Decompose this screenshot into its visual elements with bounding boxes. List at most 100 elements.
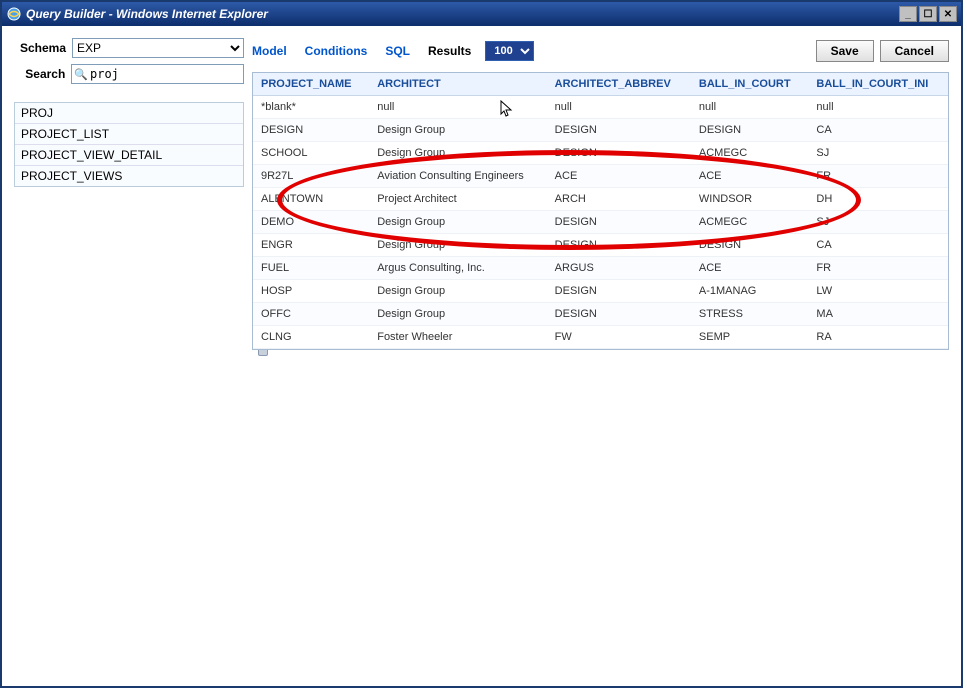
minimize-button[interactable]: _ bbox=[899, 6, 917, 22]
table-cell: SJ bbox=[808, 142, 948, 165]
table-cell: CA bbox=[808, 119, 948, 142]
table-cell: LW bbox=[808, 280, 948, 303]
table-cell: DEMO bbox=[253, 211, 369, 234]
search-input[interactable] bbox=[90, 67, 243, 81]
table-cell: A-1MANAG bbox=[691, 280, 809, 303]
search-icon: 🔍 bbox=[74, 68, 88, 81]
results-table: PROJECT_NAME ARCHITECT ARCHITECT_ABBREV … bbox=[253, 73, 948, 349]
table-row[interactable]: HOSPDesign GroupDESIGNA-1MANAGLW bbox=[253, 280, 948, 303]
table-cell: Argus Consulting, Inc. bbox=[369, 257, 546, 280]
table-cell: ACMEGC bbox=[691, 211, 809, 234]
table-cell: null bbox=[369, 96, 546, 119]
tab-model[interactable]: Model bbox=[252, 44, 287, 58]
table-cell: CLNG bbox=[253, 326, 369, 349]
table-cell: DESIGN bbox=[547, 211, 691, 234]
table-cell: Design Group bbox=[369, 303, 546, 326]
table-row[interactable]: DESIGNDesign GroupDESIGNDESIGNCA bbox=[253, 119, 948, 142]
table-cell: DESIGN bbox=[547, 119, 691, 142]
table-cell: ARCH bbox=[547, 188, 691, 211]
window-title: Query Builder - Windows Internet Explore… bbox=[26, 7, 899, 21]
table-cell: Design Group bbox=[369, 119, 546, 142]
table-cell: MA bbox=[808, 303, 948, 326]
results-container: PROJECT_NAME ARCHITECT ARCHITECT_ABBREV … bbox=[252, 72, 949, 350]
col-header[interactable]: PROJECT_NAME bbox=[253, 73, 369, 96]
table-cell: SCHOOL bbox=[253, 142, 369, 165]
table-row[interactable]: ALENTOWNProject ArchitectARCHWINDSORDH bbox=[253, 188, 948, 211]
table-cell: DH bbox=[808, 188, 948, 211]
table-cell: Project Architect bbox=[369, 188, 546, 211]
result-limit-select[interactable]: 100 bbox=[485, 41, 534, 61]
table-row[interactable]: 9R27LAviation Consulting EngineersACEACE… bbox=[253, 165, 948, 188]
tab-results[interactable]: Results bbox=[428, 44, 471, 58]
search-label: Search bbox=[14, 67, 71, 81]
object-item[interactable]: PROJECT_LIST bbox=[15, 124, 243, 145]
table-cell: *blank* bbox=[253, 96, 369, 119]
close-button[interactable]: ✕ bbox=[939, 6, 957, 22]
table-cell: Foster Wheeler bbox=[369, 326, 546, 349]
object-item[interactable]: PROJ bbox=[15, 103, 243, 124]
table-cell: ALENTOWN bbox=[253, 188, 369, 211]
schema-label: Schema bbox=[14, 41, 72, 55]
left-panel: Schema EXP Search 🔍 PROJ PROJECT_LIST PR… bbox=[14, 38, 244, 674]
right-panel: Model Conditions SQL Results 100 Save Ca… bbox=[252, 38, 949, 674]
table-cell: FW bbox=[547, 326, 691, 349]
table-cell: 9R27L bbox=[253, 165, 369, 188]
col-header[interactable]: BALL_IN_COURT_INI bbox=[808, 73, 948, 96]
table-cell: DESIGN bbox=[547, 303, 691, 326]
save-button[interactable]: Save bbox=[816, 40, 874, 62]
table-cell: ACMEGC bbox=[691, 142, 809, 165]
table-cell: ARGUS bbox=[547, 257, 691, 280]
table-cell: FR bbox=[808, 257, 948, 280]
table-cell: null bbox=[808, 96, 948, 119]
table-cell: Design Group bbox=[369, 234, 546, 257]
table-cell: ENGR bbox=[253, 234, 369, 257]
table-cell: WINDSOR bbox=[691, 188, 809, 211]
table-cell: OFFC bbox=[253, 303, 369, 326]
table-row[interactable]: OFFCDesign GroupDESIGNSTRESSMA bbox=[253, 303, 948, 326]
col-header[interactable]: BALL_IN_COURT bbox=[691, 73, 809, 96]
table-row[interactable]: CLNGFoster WheelerFWSEMPRA bbox=[253, 326, 948, 349]
table-cell: null bbox=[547, 96, 691, 119]
object-item[interactable]: PROJECT_VIEWS bbox=[15, 166, 243, 186]
tab-conditions[interactable]: Conditions bbox=[305, 44, 368, 58]
col-header[interactable]: ARCHITECT_ABBREV bbox=[547, 73, 691, 96]
table-row[interactable]: DEMODesign GroupDESIGNACMEGCSJ bbox=[253, 211, 948, 234]
table-cell: RA bbox=[808, 326, 948, 349]
table-cell: FR bbox=[808, 165, 948, 188]
table-cell: SJ bbox=[808, 211, 948, 234]
table-row[interactable]: FUELArgus Consulting, Inc.ARGUSACEFR bbox=[253, 257, 948, 280]
cancel-button[interactable]: Cancel bbox=[880, 40, 949, 62]
object-list: PROJ PROJECT_LIST PROJECT_VIEW_DETAIL PR… bbox=[14, 102, 244, 187]
maximize-button[interactable]: ☐ bbox=[919, 6, 937, 22]
col-header[interactable]: ARCHITECT bbox=[369, 73, 546, 96]
table-cell: HOSP bbox=[253, 280, 369, 303]
table-row[interactable]: ENGRDesign GroupDESIGNDESIGNCA bbox=[253, 234, 948, 257]
table-cell: SEMP bbox=[691, 326, 809, 349]
table-cell: ACE bbox=[547, 165, 691, 188]
schema-select[interactable]: EXP bbox=[72, 38, 244, 58]
table-cell: ACE bbox=[691, 257, 809, 280]
table-cell: Design Group bbox=[369, 280, 546, 303]
table-row[interactable]: SCHOOLDesign GroupDESIGNACMEGCSJ bbox=[253, 142, 948, 165]
table-cell: Design Group bbox=[369, 142, 546, 165]
window-controls: _ ☐ ✕ bbox=[899, 6, 957, 22]
ie-icon bbox=[6, 6, 22, 22]
table-cell: ACE bbox=[691, 165, 809, 188]
table-cell: STRESS bbox=[691, 303, 809, 326]
table-header-row: PROJECT_NAME ARCHITECT ARCHITECT_ABBREV … bbox=[253, 73, 948, 96]
table-row[interactable]: *blank*nullnullnullnull bbox=[253, 96, 948, 119]
content-area: Schema EXP Search 🔍 PROJ PROJECT_LIST PR… bbox=[2, 26, 961, 686]
table-cell: null bbox=[691, 96, 809, 119]
schema-row: Schema EXP bbox=[14, 38, 244, 58]
tab-sql[interactable]: SQL bbox=[385, 44, 410, 58]
table-cell: CA bbox=[808, 234, 948, 257]
search-field-wrap[interactable]: 🔍 bbox=[71, 64, 244, 84]
table-cell: DESIGN bbox=[691, 234, 809, 257]
table-cell: FUEL bbox=[253, 257, 369, 280]
object-item[interactable]: PROJECT_VIEW_DETAIL bbox=[15, 145, 243, 166]
window-frame: Query Builder - Windows Internet Explore… bbox=[0, 0, 963, 688]
titlebar[interactable]: Query Builder - Windows Internet Explore… bbox=[2, 2, 961, 26]
search-row: Search 🔍 bbox=[14, 64, 244, 84]
table-cell: DESIGN bbox=[547, 280, 691, 303]
table-cell: DESIGN bbox=[547, 142, 691, 165]
